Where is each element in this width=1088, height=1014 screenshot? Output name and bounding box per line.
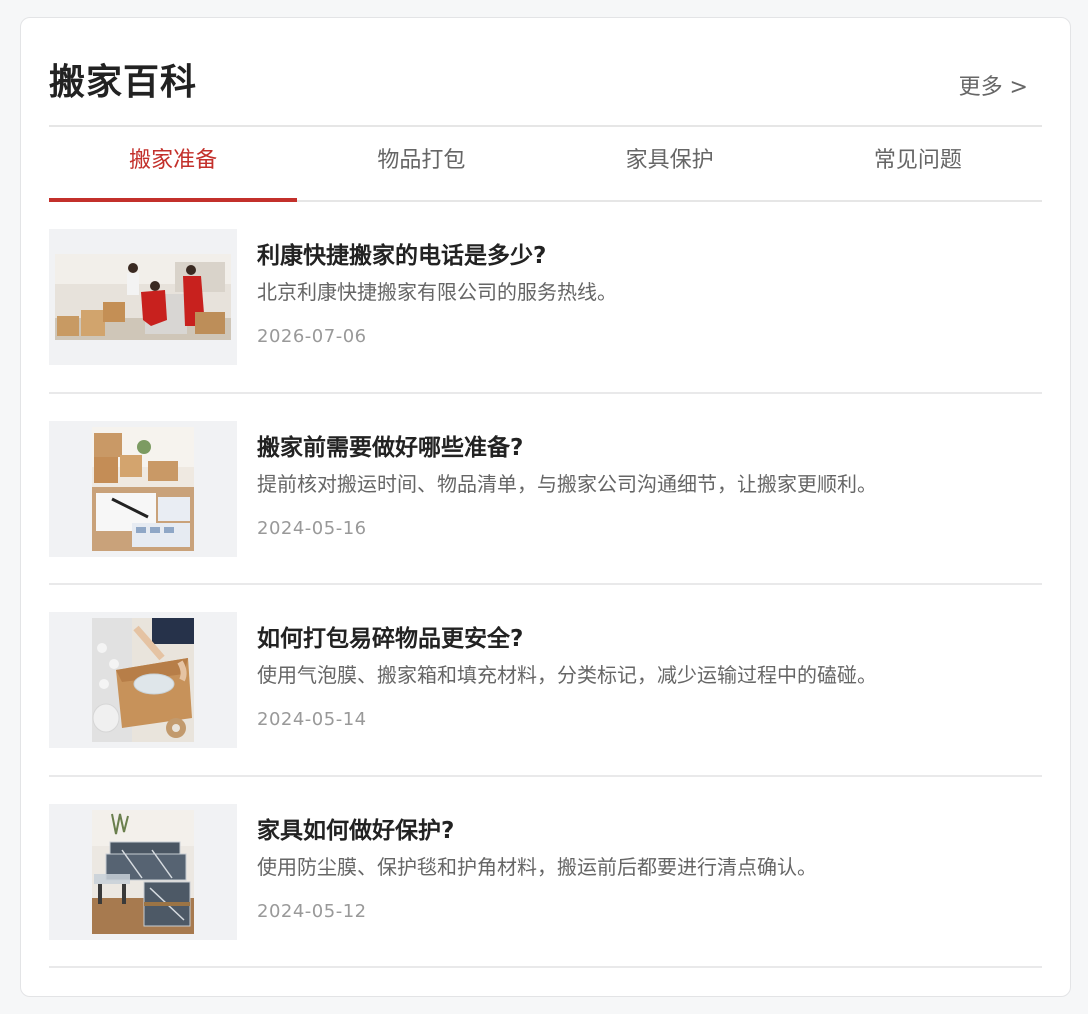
article-date: 2026-07-06 bbox=[257, 326, 367, 347]
article-summary: 使用气泡膜、搬家箱和填充材料，分类标记，减少运输过程中的磕碰。 bbox=[257, 663, 877, 687]
article-thumbnail[interactable] bbox=[49, 229, 237, 365]
tab-packing[interactable]: 物品打包 bbox=[297, 127, 545, 200]
article-date: 2024-05-16 bbox=[257, 517, 367, 539]
packing-boxes-photo bbox=[92, 426, 194, 551]
article-thumbnail[interactable] bbox=[49, 612, 237, 748]
article-list: 利康快捷搬家的电话是多少? 北京利康快捷搬家有限公司的服务热线。 2026-07… bbox=[49, 202, 1042, 968]
article-thumbnail[interactable] bbox=[49, 420, 237, 557]
list-item[interactable]: 利康快捷搬家的电话是多少? 北京利康快捷搬家有限公司的服务热线。 2026-07… bbox=[49, 202, 1042, 394]
tab-furniture-protection[interactable]: 家具保护 bbox=[546, 127, 794, 200]
more-link[interactable]: 更多 > bbox=[959, 69, 1028, 101]
article-thumbnail[interactable] bbox=[49, 803, 237, 940]
article-title[interactable]: 如何打包易碎物品更安全? bbox=[257, 619, 523, 653]
article-summary: 北京利康快捷搬家有限公司的服务热线。 bbox=[257, 280, 617, 304]
tab-moving-prep[interactable]: 搬家准备 bbox=[49, 127, 298, 202]
movers-photo bbox=[55, 254, 231, 340]
encyclopedia-card: 搬家百科 更多 > 搬家准备 物品打包 家具保护 常见问题 利康快捷搬家的电话是… bbox=[20, 17, 1071, 997]
tab-bar: 搬家准备 物品打包 家具保护 常见问题 bbox=[49, 125, 1042, 202]
list-item[interactable]: 如何打包易碎物品更安全? 使用气泡膜、搬家箱和填充材料，分类标记，减少运输过程中… bbox=[49, 585, 1042, 777]
list-item[interactable]: 家具如何做好保护? 使用防尘膜、保护毯和护角材料，搬运前后都要进行清点确认。 2… bbox=[49, 777, 1042, 968]
article-summary: 使用防尘膜、保护毯和护角材料，搬运前后都要进行清点确认。 bbox=[257, 854, 817, 879]
article-summary: 提前核对搬运时间、物品清单，与搬家公司沟通细节，让搬家更顺利。 bbox=[257, 471, 877, 496]
article-title[interactable]: 搬家前需要做好哪些准备? bbox=[257, 428, 523, 462]
fragile-packing-photo bbox=[92, 618, 194, 742]
article-title[interactable]: 家具如何做好保护? bbox=[257, 811, 454, 845]
card-title: 搬家百科 bbox=[49, 62, 198, 103]
card-header: 搬家百科 更多 > bbox=[49, 53, 1040, 123]
tab-faq[interactable]: 常见问题 bbox=[794, 127, 1042, 200]
article-title[interactable]: 利康快捷搬家的电话是多少? bbox=[257, 236, 546, 270]
article-date: 2024-05-14 bbox=[257, 709, 367, 730]
article-date: 2024-05-12 bbox=[257, 900, 367, 922]
wrapped-furniture-photo bbox=[92, 809, 194, 934]
list-item[interactable]: 搬家前需要做好哪些准备? 提前核对搬运时间、物品清单，与搬家公司沟通细节，让搬家… bbox=[49, 394, 1042, 585]
